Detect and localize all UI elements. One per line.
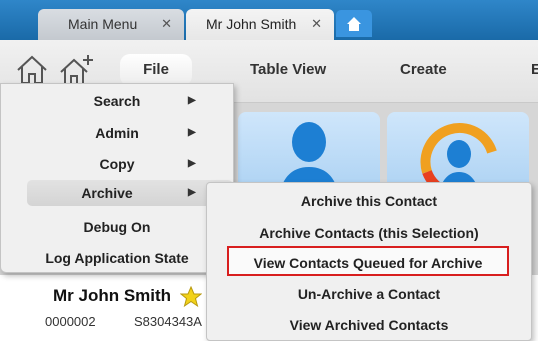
menu-item-copy[interactable]: Copy ▶ <box>1 151 233 177</box>
tab-main-menu-label: Main Menu <box>68 16 138 32</box>
menu-item-label: Copy <box>99 156 135 172</box>
tab-strip: Main Menu ✕ Mr John Smith ✕ <box>0 0 538 40</box>
menu-item-un-archive-contact[interactable]: Un-Archive a Contact <box>207 280 531 308</box>
menu-item-view-queued-for-archive[interactable]: View Contacts Queued for Archive <box>227 246 509 276</box>
close-icon[interactable]: ✕ <box>311 9 322 39</box>
tab-contact[interactable]: Mr John Smith ✕ <box>186 9 334 40</box>
menu-partial[interactable]: E <box>531 54 538 86</box>
menu-item-log-application-state[interactable]: Log Application State <box>1 245 233 271</box>
menu-item-label: Archive <box>81 185 133 201</box>
menu-table-view[interactable]: Table View <box>250 54 326 86</box>
favorite-star-icon[interactable] <box>180 286 202 308</box>
file-menu-dropdown: Search ▶ Admin ▶ Copy ▶ Archive ▶ Debug … <box>0 83 234 273</box>
tab-contact-label: Mr John Smith <box>206 16 297 32</box>
contact-name: Mr John Smith <box>53 286 172 305</box>
submenu-arrow-icon: ▶ <box>188 95 196 106</box>
contact-id: 0000002 <box>45 314 96 329</box>
menu-item-search[interactable]: Search ▶ <box>1 88 233 114</box>
close-icon[interactable]: ✕ <box>161 9 172 39</box>
menu-item-archive-selection[interactable]: Archive Contacts (this Selection) <box>207 219 531 247</box>
menu-item-admin[interactable]: Admin ▶ <box>1 120 233 146</box>
submenu-arrow-icon: ▶ <box>188 187 196 198</box>
archive-submenu: Archive this Contact Archive Contacts (t… <box>206 182 532 341</box>
submenu-arrow-icon: ▶ <box>188 158 196 169</box>
tab-main-menu[interactable]: Main Menu ✕ <box>38 9 184 40</box>
menu-item-label: Search <box>93 93 141 109</box>
home-tab-button[interactable] <box>336 10 372 37</box>
home-icon <box>347 17 361 31</box>
menu-item-label: Admin <box>95 125 139 141</box>
menu-create[interactable]: Create <box>400 54 447 86</box>
menu-file[interactable]: File <box>120 54 192 86</box>
menu-item-debug-on[interactable]: Debug On <box>1 214 233 240</box>
submenu-arrow-icon: ▶ <box>188 127 196 138</box>
contact-nric: S8304343A <box>134 314 202 329</box>
menu-item-archive[interactable]: Archive ▶ <box>27 180 233 206</box>
menu-item-view-archived-contacts[interactable]: View Archived Contacts <box>207 311 531 339</box>
menu-item-label: Log Application State <box>45 250 189 266</box>
menu-item-archive-this-contact[interactable]: Archive this Contact <box>207 187 531 215</box>
menu-item-label: Debug On <box>83 219 151 235</box>
